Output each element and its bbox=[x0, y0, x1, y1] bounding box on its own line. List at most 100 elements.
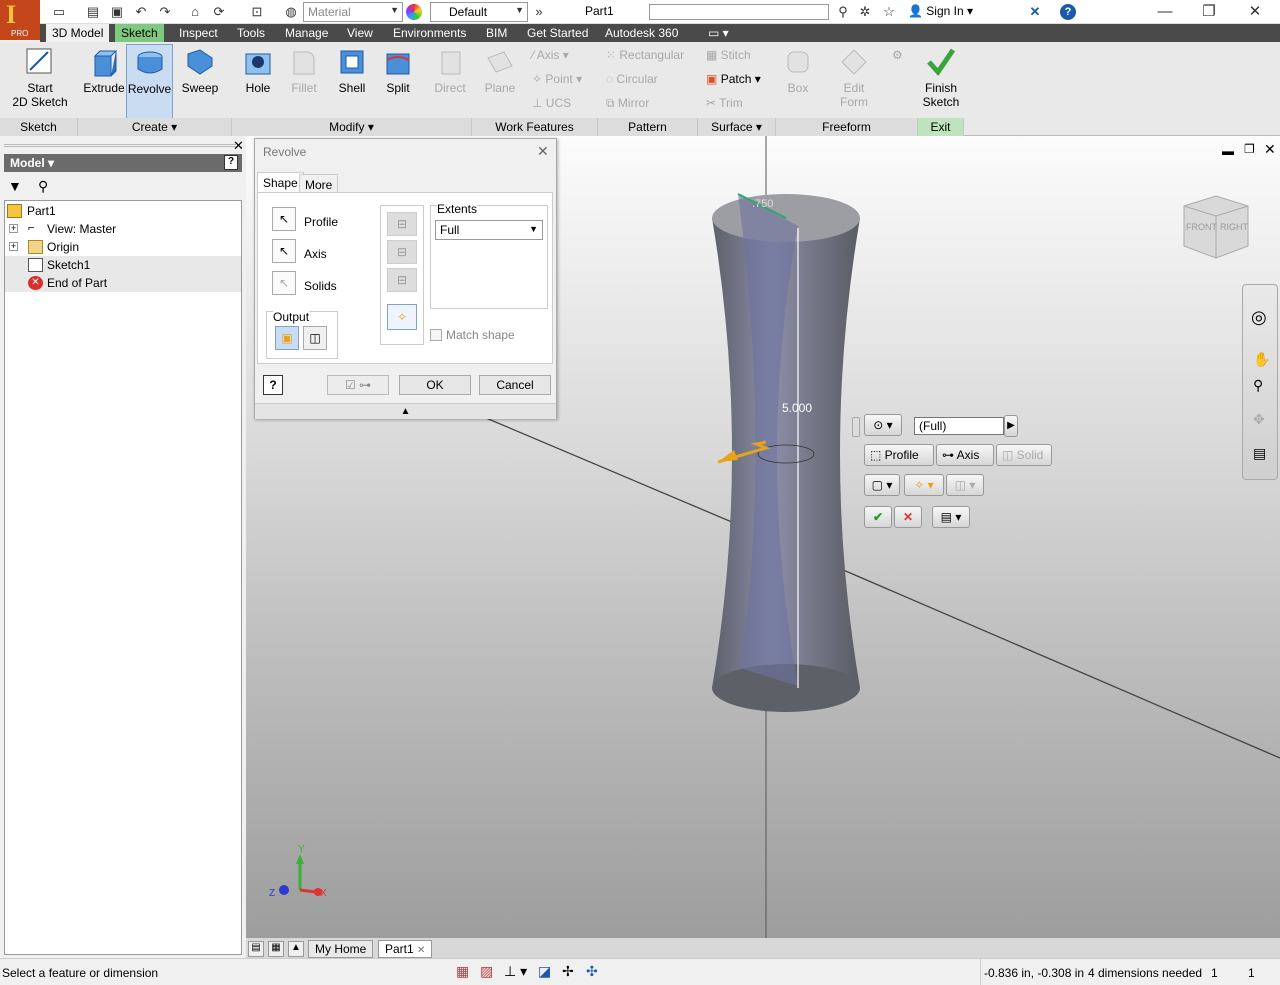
tab-more[interactable]: More bbox=[299, 174, 339, 194]
preview-toggle-button[interactable]: ☑ ⊶ bbox=[327, 375, 389, 395]
help-search-input[interactable] bbox=[649, 4, 829, 20]
expand-icon[interactable]: + bbox=[9, 224, 18, 233]
tab-manage[interactable]: Manage bbox=[279, 24, 334, 42]
mini-direction-dropdown[interactable]: ✧ ▾ bbox=[904, 474, 944, 496]
viewport-min-icon[interactable]: ▬ bbox=[1222, 144, 1234, 158]
minimize-button[interactable]: — bbox=[1150, 2, 1180, 22]
material-combo[interactable]: Material ▼ bbox=[303, 2, 403, 22]
dialog-close-button[interactable]: ✕ bbox=[537, 143, 549, 160]
tree-node-sketch1[interactable]: Sketch1 bbox=[5, 256, 241, 274]
solids-select-button[interactable]: ↖ bbox=[272, 271, 296, 295]
trim-button[interactable]: ✂ Trim bbox=[706, 96, 743, 110]
look-at-icon[interactable]: ▤ bbox=[1253, 445, 1273, 461]
viewcube[interactable]: FRONT RIGHT bbox=[1180, 192, 1250, 262]
browser-close-icon[interactable]: ✕ bbox=[233, 138, 244, 154]
browser-header[interactable]: Model ▾ bbox=[4, 154, 242, 172]
panel-modify[interactable]: Modify ▾ bbox=[232, 118, 472, 136]
panel-freeform[interactable]: Freeform bbox=[776, 118, 918, 136]
asymmetric-button[interactable]: ✧ bbox=[387, 304, 417, 330]
status-tool-3-icon[interactable]: ⊥ ▾ bbox=[504, 963, 527, 980]
output-solid-button[interactable]: ▣ bbox=[275, 326, 299, 350]
mini-ok-button[interactable]: ✔ bbox=[864, 506, 892, 528]
tab-bim[interactable]: BIM bbox=[480, 24, 513, 42]
stitch-button[interactable]: ▦ Stitch bbox=[706, 48, 751, 62]
extent-type-dropdown[interactable]: ⊙ ▾ bbox=[864, 414, 902, 436]
dimension-height[interactable]: 5.000 bbox=[782, 401, 812, 415]
extents-select[interactable]: Full ▼ bbox=[435, 220, 543, 240]
panel-exit[interactable]: Exit bbox=[918, 118, 964, 136]
point-button[interactable]: ✧ Point ▾ bbox=[532, 72, 582, 86]
axis-button[interactable]: ⁄ Axis ▾ bbox=[532, 48, 569, 62]
plane-button[interactable]: Plane bbox=[480, 46, 520, 95]
help-icon[interactable]: ? bbox=[1060, 4, 1076, 20]
tab-environments[interactable]: Environments bbox=[387, 24, 472, 42]
fillet-button[interactable]: Fillet bbox=[284, 46, 324, 95]
tab-tools[interactable]: Tools bbox=[231, 24, 271, 42]
mini-toolbar-grip[interactable] bbox=[852, 417, 860, 437]
extrude-button[interactable]: Extrude bbox=[82, 46, 126, 95]
browser-grip[interactable] bbox=[4, 144, 236, 147]
status-tool-5-icon[interactable]: ✢ bbox=[562, 963, 574, 980]
match-shape-checkbox[interactable] bbox=[430, 329, 442, 341]
save-icon[interactable]: ▣ bbox=[108, 3, 126, 21]
favorites-star-icon[interactable]: ☆ bbox=[880, 3, 898, 21]
subscription-icon[interactable]: ✲ bbox=[856, 3, 874, 21]
mini-options-dropdown[interactable]: ▤ ▾ bbox=[932, 506, 970, 528]
box-button[interactable]: Box bbox=[780, 46, 816, 95]
ok-button[interactable]: OK bbox=[399, 375, 471, 395]
zoom-icon[interactable]: ⚲ bbox=[1253, 377, 1273, 393]
rectangular-pattern-button[interactable]: ⁙ Rectangular bbox=[606, 48, 684, 62]
tree-node-origin[interactable]: + Origin bbox=[5, 238, 241, 256]
dialog-help-button[interactable]: ? bbox=[263, 375, 283, 395]
start-2d-sketch-button[interactable]: Start 2D Sketch bbox=[8, 46, 72, 109]
browser-help-icon[interactable]: ? bbox=[224, 155, 238, 170]
patch-button[interactable]: ▣ Patch ▾ bbox=[706, 72, 761, 86]
document-list-icon[interactable]: ▲ bbox=[288, 941, 304, 957]
circular-pattern-button[interactable]: ◌ Circular bbox=[606, 72, 658, 86]
viewport-restore-icon[interactable]: ❐ bbox=[1244, 142, 1255, 156]
new-file-icon[interactable]: ▭ bbox=[50, 3, 68, 21]
finish-sketch-button[interactable]: Finish Sketch bbox=[920, 46, 962, 109]
direct-button[interactable]: Direct bbox=[428, 46, 472, 95]
ucs-button[interactable]: ⊥ UCS bbox=[532, 96, 571, 110]
output-surface-button[interactable]: ◫ bbox=[303, 326, 327, 350]
status-tool-6-icon[interactable]: ✣ bbox=[586, 963, 598, 980]
tab-autodesk-360[interactable]: Autodesk 360 bbox=[599, 24, 684, 42]
mini-solid-button[interactable]: ◫ Solid bbox=[996, 444, 1052, 466]
tab-part1[interactable]: Part1 ✕ bbox=[378, 940, 433, 958]
steering-wheel-icon[interactable]: ◎ bbox=[1251, 307, 1271, 327]
home-icon[interactable]: ⌂ bbox=[186, 3, 204, 21]
tab-close-icon[interactable]: ✕ bbox=[417, 945, 425, 956]
binoculars-icon[interactable]: ⚲ bbox=[38, 178, 48, 195]
expand-icon[interactable]: + bbox=[9, 242, 18, 251]
binoculars-search-icon[interactable]: ⚲ bbox=[834, 3, 852, 21]
select-filter-icon[interactable]: ⊡ bbox=[248, 3, 266, 21]
tab-get-started[interactable]: Get Started bbox=[521, 24, 594, 42]
tree-node-end-of-part[interactable]: ✕ End of Part bbox=[5, 274, 241, 292]
tile-icon[interactable]: ▤ bbox=[248, 941, 264, 957]
close-window-button[interactable]: ✕ bbox=[1240, 2, 1270, 22]
direction-1-button[interactable]: ⊟ bbox=[387, 212, 417, 236]
shell-button[interactable]: Shell bbox=[332, 46, 372, 95]
tab-3d-model[interactable]: 3D Model bbox=[46, 24, 110, 42]
app-logo[interactable]: I PRO bbox=[0, 0, 40, 40]
panel-sketch[interactable]: Sketch bbox=[0, 118, 78, 136]
sweep-button[interactable]: Sweep bbox=[178, 46, 222, 95]
open-file-icon[interactable]: ▤ bbox=[84, 3, 102, 21]
mirror-button[interactable]: ⧉ Mirror bbox=[606, 96, 649, 111]
mini-profile-button[interactable]: ⬚ Profile bbox=[864, 444, 934, 466]
cancel-button[interactable]: Cancel bbox=[479, 375, 551, 395]
hole-button[interactable]: Hole bbox=[238, 46, 278, 95]
tab-sketch[interactable]: Sketch bbox=[115, 24, 164, 42]
undo-icon[interactable]: ↶ bbox=[132, 3, 150, 21]
exchange-icon[interactable]: ✕ bbox=[1026, 3, 1044, 21]
mini-cancel-button[interactable]: ✕ bbox=[894, 506, 922, 528]
orbit-icon[interactable]: ✥ bbox=[1253, 411, 1273, 427]
overflow-icon[interactable]: » bbox=[530, 3, 548, 21]
edit-form-button[interactable]: Edit Form bbox=[834, 46, 874, 109]
tab-view[interactable]: View bbox=[341, 24, 379, 42]
tree-node-part1[interactable]: Part1 bbox=[5, 202, 241, 220]
redo-icon[interactable]: ↷ bbox=[156, 3, 174, 21]
profile-select-button[interactable]: ↖ bbox=[272, 207, 296, 231]
mini-boolean-dropdown[interactable]: ◫ ▾ bbox=[946, 474, 984, 496]
